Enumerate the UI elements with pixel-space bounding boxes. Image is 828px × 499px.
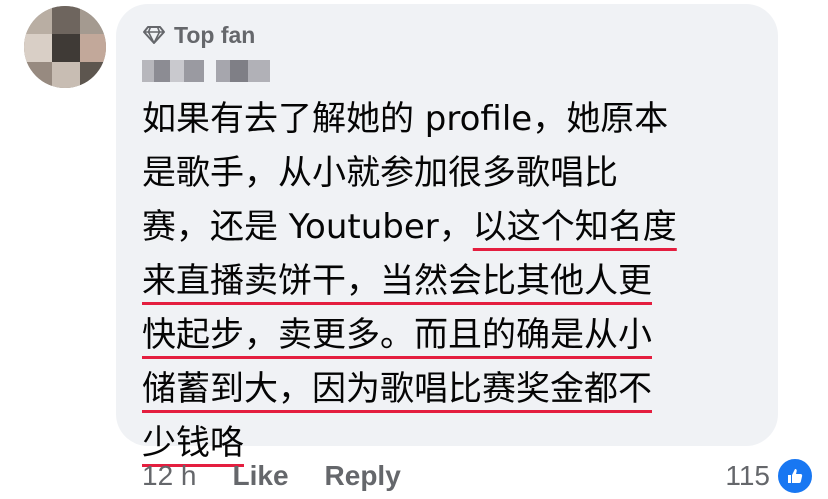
comment-line: 来直播卖饼干，当然会比其他人更: [142, 254, 764, 308]
reaction-summary[interactable]: 115: [725, 456, 814, 496]
badge-label: Top fan: [174, 21, 256, 48]
thumbs-up-icon: [776, 457, 814, 495]
highlighted-text: 快起步，卖更多。而且的确是从小: [142, 315, 652, 355]
author-name-blurred[interactable]: [142, 60, 274, 82]
comment-footer: 12 h Like Reply: [142, 456, 812, 496]
highlighted-text: 以这个知名度: [472, 207, 677, 247]
comment-line: 如果有去了解她的 profile，她原本: [142, 99, 669, 139]
comment-line: 是歌手，从小就参加很多歌唱比: [142, 153, 618, 193]
top-fan-badge[interactable]: Top fan: [142, 20, 255, 50]
diamond-icon: [142, 25, 166, 45]
like-button[interactable]: Like: [233, 460, 289, 492]
reaction-count: 115: [725, 460, 770, 491]
comment-line: 赛，还是 Youtuber，以这个知名度: [142, 207, 677, 247]
comment-line: 快起步，卖更多。而且的确是从小: [142, 308, 764, 362]
highlighted-text: 储蓄到大，因为歌唱比赛奖金都不: [142, 369, 652, 409]
highlighted-text: 来直播卖饼干，当然会比其他人更: [142, 261, 652, 301]
reply-button[interactable]: Reply: [325, 460, 401, 492]
comment-line: 储蓄到大，因为歌唱比赛奖金都不: [142, 362, 764, 416]
comment-text: 如果有去了解她的 profile，她原本 是歌手，从小就参加很多歌唱比 赛，还是…: [142, 92, 764, 470]
timestamp[interactable]: 12 h: [142, 460, 197, 492]
avatar[interactable]: [24, 6, 106, 88]
